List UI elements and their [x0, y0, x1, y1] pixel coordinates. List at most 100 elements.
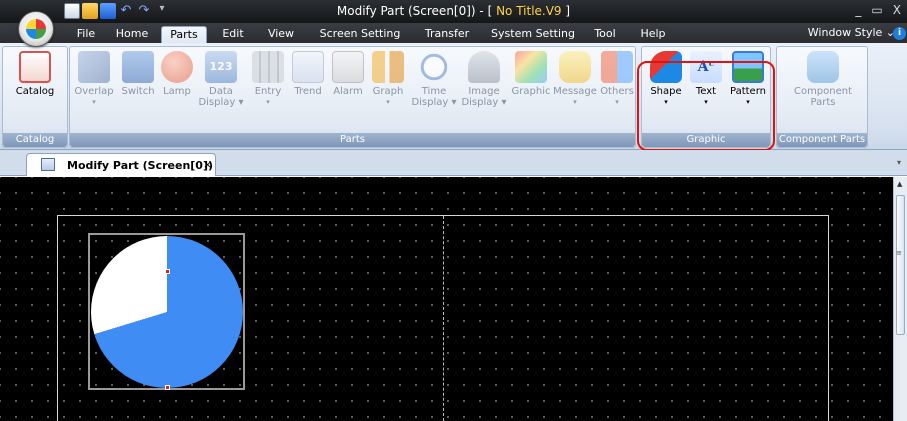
scroll-grip-icon: ≡	[896, 249, 902, 257]
message-bubble-icon	[559, 51, 591, 83]
tab-tool[interactable]: Tool	[588, 26, 622, 43]
message-button[interactable]: Message ▾	[553, 51, 597, 108]
catalog-button-label: Catalog	[15, 86, 55, 97]
group-catalog-label: Catalog	[3, 133, 67, 147]
entry-button[interactable]: Entry ▾	[250, 51, 286, 108]
catalog-book-icon	[19, 51, 51, 83]
tab-view[interactable]: View	[261, 26, 301, 43]
dropdown-arrow-icon: ▾	[92, 98, 96, 106]
graphic-group-highlight	[637, 61, 775, 151]
close-tab-icon[interactable]: ×	[203, 158, 212, 171]
time-display-label-2: Display	[411, 97, 449, 108]
window-style-label: Window Style	[807, 26, 883, 39]
entry-keypad-icon	[252, 51, 284, 83]
lamp-button[interactable]: Lamp	[160, 51, 194, 97]
graphic-button[interactable]: Graphic	[510, 51, 552, 97]
document-tab[interactable]: Modify Part (Screen[0]) ×	[26, 153, 216, 176]
pie-start-handle[interactable]	[165, 385, 170, 390]
vertical-scrollbar[interactable]: ▲ ≡	[893, 177, 907, 421]
title-bar: ↶ ↷ ▾ Modify Part (Screen[0]) - [ No Tit…	[0, 0, 907, 23]
tab-transfer[interactable]: Transfer	[419, 26, 475, 43]
window-title-end: ]	[561, 4, 571, 18]
bar-graph-icon	[372, 51, 404, 83]
window-title: Modify Part (Screen[0]) - [ No Title.V9 …	[0, 4, 907, 18]
component-parts-button[interactable]: Component Parts	[787, 51, 859, 108]
entry-label: Entry	[254, 86, 282, 97]
graph-label: Graph	[372, 86, 404, 97]
lamp-label: Lamp	[163, 86, 191, 97]
graphic-icon	[515, 51, 547, 83]
window-title-main: Modify Part (Screen[0]) - [	[336, 4, 497, 18]
application-menu-button[interactable]	[18, 11, 54, 47]
lamp-icon	[161, 51, 193, 83]
camera-icon	[468, 51, 500, 83]
catalog-button[interactable]: Catalog	[13, 51, 57, 97]
others-label: Others	[600, 86, 634, 97]
overlap-icon	[78, 51, 110, 83]
tab-file[interactable]: File	[70, 26, 102, 43]
minimize-button[interactable]: _	[855, 3, 861, 17]
group-parts-label: Parts	[70, 133, 635, 147]
trend-chart-icon	[292, 51, 324, 83]
screen-edit-icon	[41, 158, 55, 171]
component-parts-label-1: Component	[793, 86, 853, 97]
component-parts-label-2: Parts	[810, 97, 836, 108]
alarm-icon	[332, 51, 364, 83]
dropdown-arrow-icon: ▾	[573, 98, 577, 106]
time-display-label-1: Time	[421, 86, 447, 97]
dropdown-arrow-icon: ▾	[386, 98, 390, 106]
switch-label: Switch	[121, 86, 155, 97]
data-display-label-1: Data	[209, 86, 233, 97]
switch-button[interactable]: Switch	[118, 51, 158, 97]
message-label: Message	[553, 86, 597, 97]
graphic-label: Graphic	[511, 86, 551, 97]
scroll-up-icon[interactable]: ▲	[897, 180, 902, 188]
close-button[interactable]: X	[893, 3, 901, 17]
window-title-filename: No Title.V9	[496, 4, 562, 18]
tab-parts[interactable]: Parts	[161, 26, 207, 43]
document-tab-label: Modify Part (Screen[0])	[67, 159, 214, 172]
tab-home[interactable]: Home	[111, 26, 153, 43]
graph-button[interactable]: Graph ▾	[369, 51, 407, 108]
image-display-label-2: Display	[461, 97, 499, 108]
dropdown-arrow-icon: ▾	[501, 97, 507, 108]
image-display-label-1: Image	[468, 86, 500, 97]
data-display-button[interactable]: 123 Data Display ▾	[198, 51, 244, 108]
data-display-label-2: Display	[198, 97, 236, 108]
dropdown-arrow-icon: ▾	[451, 97, 457, 108]
dropdown-arrow-icon: ▾	[238, 97, 244, 108]
time-display-button[interactable]: Time Display ▾	[410, 51, 458, 108]
window-style-menu[interactable]: Window Style ⌄	[808, 26, 895, 39]
group-component-parts-label: Component Parts	[777, 133, 867, 147]
app-logo-icon	[26, 19, 46, 39]
group-parts: Overlap ▾ Switch Lamp 123 Data Display ▾…	[69, 46, 636, 148]
menu-bar: File Home Parts Edit View Screen Setting…	[0, 23, 907, 43]
pie-graph-part[interactable]	[91, 236, 243, 388]
scroll-thumb[interactable]	[896, 195, 905, 335]
dropdown-arrow-icon: ▾	[615, 98, 619, 106]
tab-list-dropdown[interactable]: ▾	[897, 158, 901, 167]
window-controls: _ ▭ X	[855, 3, 901, 17]
puzzle-piece-icon	[807, 51, 839, 83]
alarm-button[interactable]: Alarm	[330, 51, 366, 97]
image-display-button[interactable]: Image Display ▾	[460, 51, 508, 108]
tab-screen-setting[interactable]: Screen Setting	[313, 26, 407, 43]
trend-button[interactable]: Trend	[290, 51, 326, 97]
dropdown-arrow-icon: ▾	[266, 98, 270, 106]
data-display-icon: 123	[205, 51, 237, 83]
tab-edit[interactable]: Edit	[216, 26, 250, 43]
clock-icon	[418, 51, 450, 83]
trend-label: Trend	[294, 86, 322, 97]
maximize-button[interactable]: ▭	[871, 3, 882, 17]
document-tab-bar: Modify Part (Screen[0]) × ▾	[0, 150, 907, 176]
tab-system-setting[interactable]: System Setting	[485, 26, 581, 43]
overlap-button[interactable]: Overlap ▾	[74, 51, 114, 108]
group-catalog: Catalog Catalog	[2, 46, 68, 148]
others-icon	[601, 51, 633, 83]
pie-center-handle[interactable]	[165, 269, 170, 274]
overlap-label: Overlap	[74, 86, 114, 97]
tab-help[interactable]: Help	[636, 26, 670, 43]
others-button[interactable]: Others ▾	[598, 51, 636, 108]
info-icon[interactable]: i	[893, 27, 906, 40]
group-component-parts: Component Parts Component Parts	[776, 46, 868, 148]
